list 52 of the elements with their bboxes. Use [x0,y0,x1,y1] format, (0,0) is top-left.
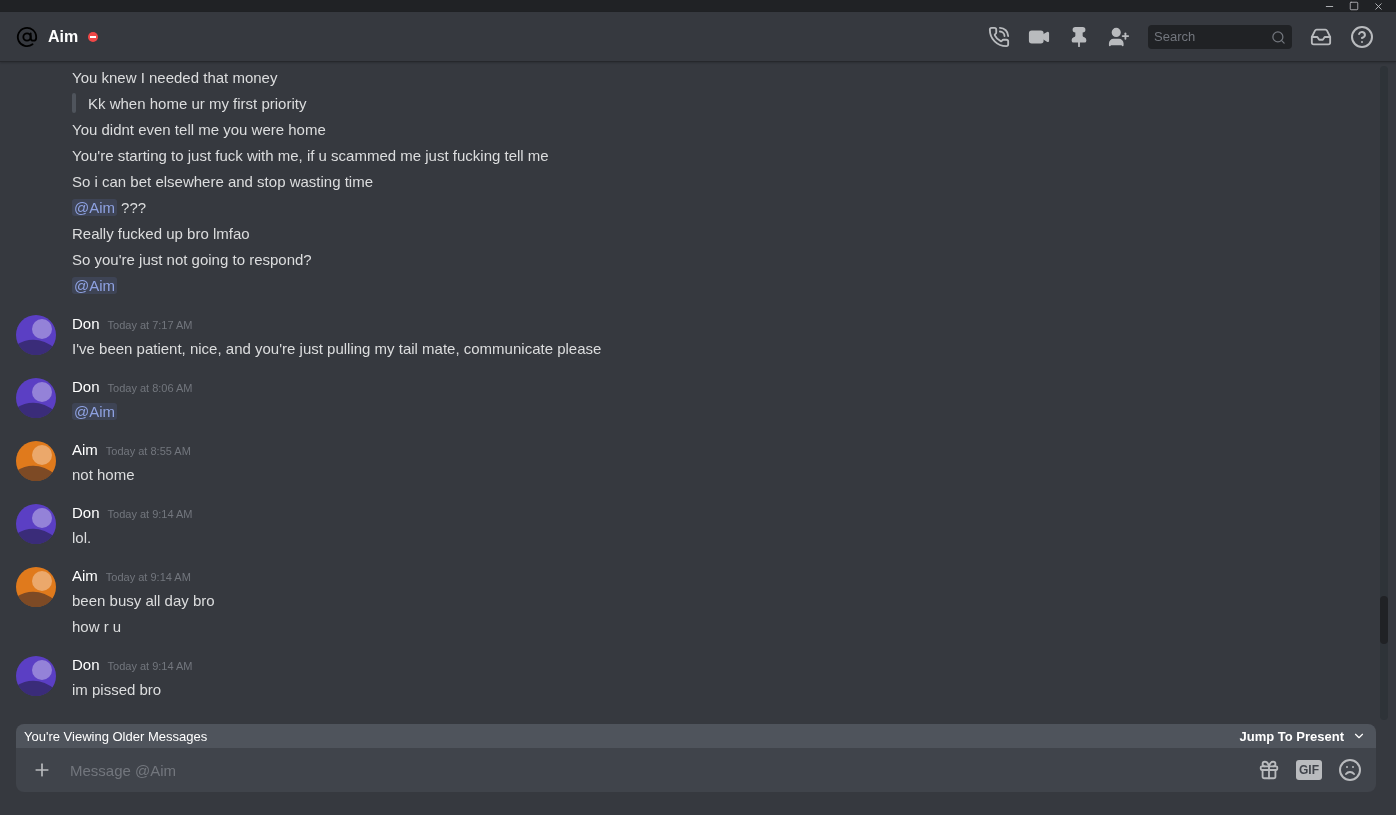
emoji-icon[interactable] [1338,758,1362,782]
avatar[interactable] [16,504,56,544]
timestamp: Today at 8:06 AM [107,382,193,394]
message-text: not home [72,465,135,483]
avatar[interactable] [16,378,56,418]
close-icon[interactable] [1373,0,1384,12]
message-text: So you're just not going to respond? [72,250,312,268]
phone-call-icon[interactable] [988,25,1010,48]
do-not-disturb-icon [88,31,99,42]
jump-to-present-button[interactable]: Jump To Present [1239,728,1366,744]
timestamp: Today at 9:14 AM [107,660,193,672]
search-icon [1271,29,1286,45]
avatar[interactable] [16,656,56,696]
user-mention[interactable]: @Aim [72,402,118,420]
help-icon[interactable] [1350,24,1374,49]
avatar[interactable] [16,567,56,607]
author-name[interactable]: Don [72,504,100,521]
timestamp: Today at 8:55 AM [105,445,191,457]
message-text: Really fucked up bro lmfao [72,224,250,242]
search-field[interactable]: Search [1148,24,1292,49]
channel-title: Aim [48,27,79,46]
message-text: how r u [72,617,122,635]
message-text: I've been patient, nice, and you're just pulling my tail mate, communicate please [72,339,602,357]
scrollbar-track[interactable] [1380,66,1388,720]
timestamp: Today at 9:14 AM [107,508,193,520]
message-text: lol. [72,528,92,546]
message-text: been busy all day bro [72,591,215,609]
message-text: You didnt even tell me you were home [72,120,326,138]
author-name[interactable]: Aim [72,567,98,584]
timestamp: Today at 9:14 AM [105,571,191,583]
message-text: ??? [121,198,147,216]
maximize-icon[interactable] [1349,1,1359,11]
message-text: im pissed bro [72,680,162,698]
add-user-icon[interactable] [1108,25,1130,48]
message-text: Kk when home ur my first priority [88,94,307,112]
avatar[interactable] [16,315,56,355]
author-name[interactable]: Don [72,656,100,673]
author-name[interactable]: Aim [72,441,98,458]
author-name[interactable]: Don [72,378,100,395]
user-mention[interactable]: @Aim [72,198,118,216]
gift-icon[interactable] [1258,759,1280,781]
scrollbar-thumb[interactable] [1380,596,1388,644]
at-sign-icon [16,25,38,48]
timestamp: Today at 7:17 AM [107,319,193,331]
older-messages-text: You're Viewing Older Messages [24,728,208,744]
avatar[interactable] [16,441,56,481]
message-text: So i can bet elsewhere and stop wasting time [72,172,373,190]
user-mention[interactable]: @Aim [72,276,118,294]
author-name[interactable]: Don [72,315,100,332]
message-text: You knew I needed that money [72,68,278,86]
message-text: You're starting to just fuck with me, if u scammed me just fucking tell me [72,146,549,164]
gif-button[interactable]: GIF [1296,760,1322,780]
